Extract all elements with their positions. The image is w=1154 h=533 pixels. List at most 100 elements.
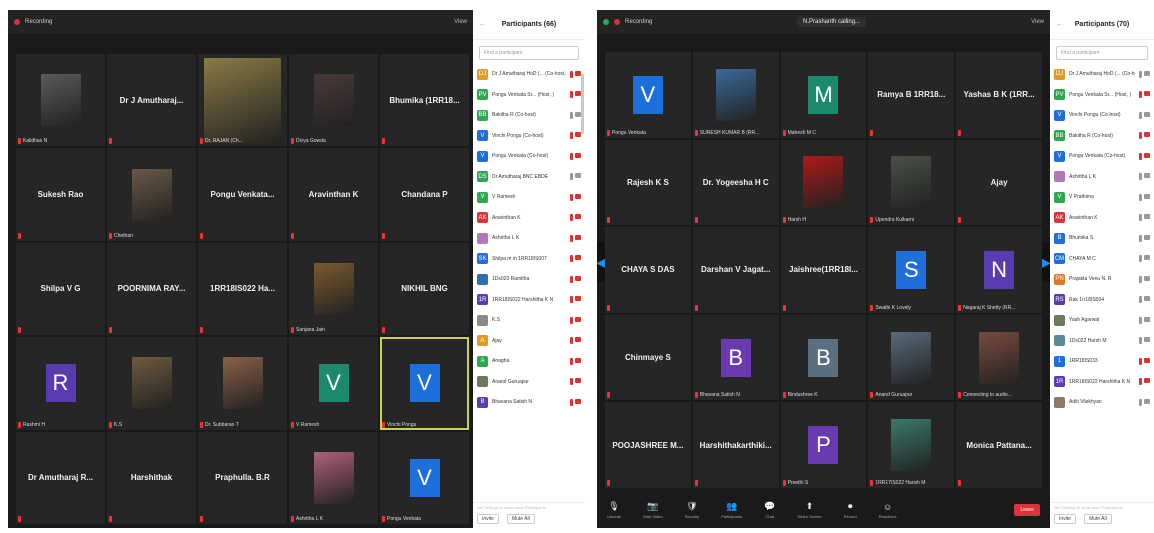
- video-tile[interactable]: N Nagaraj K Shetty (RR...: [956, 227, 1042, 313]
- mic-icon[interactable]: [1139, 337, 1142, 345]
- video-tile[interactable]: Connecting to audio...: [956, 314, 1042, 401]
- participant-row[interactable]: V V Ramesh: [477, 187, 581, 208]
- video-tile[interactable]: Monica Pattana...: [956, 402, 1042, 488]
- video-tile[interactable]: V Pongu Venkata: [605, 52, 691, 138]
- video-tile[interactable]: Sukesh Rao: [16, 148, 105, 241]
- mic-icon[interactable]: [1139, 296, 1142, 304]
- video-tile[interactable]: Dr Amutharaj R...: [16, 431, 105, 524]
- mic-icon[interactable]: [1139, 234, 1142, 242]
- participant-row[interactable]: V Pongu Venkata (Co-host): [1054, 146, 1150, 167]
- view-button[interactable]: View: [1031, 19, 1044, 25]
- mic-icon[interactable]: [1139, 70, 1142, 78]
- mic-icon[interactable]: [1139, 152, 1142, 160]
- participant-row[interactable]: Anand Guruapur: [477, 372, 581, 393]
- camera-icon[interactable]: [575, 275, 581, 281]
- participant-search-input[interactable]: Find a participant: [479, 46, 579, 60]
- camera-icon[interactable]: [1144, 378, 1150, 384]
- video-tile[interactable]: Darshan V Jagat...: [692, 227, 779, 313]
- video-tile[interactable]: Harshithakarthiki...: [692, 402, 779, 488]
- record-button[interactable]: ⏺ Record: [844, 501, 857, 519]
- share-screen-button[interactable]: ⬆ Share Screen: [797, 501, 821, 519]
- camera-icon[interactable]: [1144, 296, 1150, 302]
- video-tile[interactable]: Jaishree(1RR18I...: [780, 227, 867, 313]
- participant-row[interactable]: V V Prathima: [1054, 187, 1150, 208]
- camera-icon[interactable]: [1144, 132, 1150, 138]
- video-tile[interactable]: Yashas B K (1RR...: [956, 52, 1042, 138]
- video-tile[interactable]: Dr. RAJAN (Ch...: [198, 54, 287, 147]
- participant-row[interactable]: AK Aravinthan K: [1054, 208, 1150, 229]
- camera-icon[interactable]: [575, 316, 581, 322]
- participant-row[interactable]: V Pongu Venkata (Co-host): [477, 146, 581, 167]
- mic-icon[interactable]: [570, 214, 573, 222]
- participant-row[interactable]: V Vinchi Pongu (Co-host): [1054, 105, 1150, 126]
- participant-row[interactable]: 1Ds020 Ramitha: [477, 269, 581, 290]
- camera-icon[interactable]: [1144, 357, 1150, 363]
- video-tile[interactable]: Sanjana Jain: [289, 242, 378, 336]
- camera-icon[interactable]: [1144, 91, 1150, 97]
- camera-icon[interactable]: [575, 152, 581, 158]
- mic-icon[interactable]: [570, 193, 573, 201]
- collapse-icon[interactable]: ←: [1056, 21, 1063, 28]
- participant-row[interactable]: V Vinchi Pongu (Co-host): [477, 126, 581, 147]
- participants-button[interactable]: 👥 Participants: [721, 501, 742, 519]
- camera-icon[interactable]: [575, 234, 581, 240]
- view-button[interactable]: View: [454, 19, 467, 25]
- invite-button[interactable]: Invite: [1054, 514, 1076, 524]
- participant-row[interactable]: PV Pongu Venkata Sr... (Host, ): [477, 85, 581, 106]
- video-tile[interactable]: 1RR17IS022 Harish M: [868, 402, 955, 488]
- camera-icon[interactable]: [575, 173, 581, 179]
- participant-row[interactable]: RS Rak 1rr18IS004: [1054, 290, 1150, 311]
- mic-icon[interactable]: [570, 234, 573, 242]
- video-tile[interactable]: V Pongu Venkata: [380, 431, 469, 524]
- mic-icon[interactable]: [1139, 316, 1142, 324]
- participant-row[interactable]: Aditi Vilekhyan: [1054, 392, 1150, 413]
- video-tile[interactable]: SURESH KUMAR B (RR...: [692, 52, 779, 138]
- video-tile[interactable]: Chethan: [107, 148, 196, 241]
- participant-row[interactable]: BB Bakitha R (Co-host): [1054, 126, 1150, 147]
- camera-icon[interactable]: [1144, 111, 1150, 117]
- camera-icon[interactable]: [575, 296, 581, 302]
- video-tile[interactable]: Upendra Kulkarni: [868, 139, 955, 226]
- participant-row[interactable]: CM CHAYA M C: [1054, 249, 1150, 270]
- mic-icon[interactable]: [1139, 91, 1142, 99]
- camera-icon[interactable]: [575, 255, 581, 261]
- camera-icon[interactable]: [575, 378, 581, 384]
- participant-row[interactable]: A Anagha: [477, 351, 581, 372]
- video-tile[interactable]: Harsh H: [780, 139, 867, 226]
- video-tile[interactable]: POOJASHREE M...: [605, 402, 691, 488]
- participant-row[interactable]: PN Prajakta Venu N. R: [1054, 269, 1150, 290]
- camera-icon[interactable]: [1144, 152, 1150, 158]
- video-tile[interactable]: Anand Guruapur: [868, 314, 955, 401]
- video-tile[interactable]: S Swathi K Lovely: [868, 227, 955, 313]
- participant-row[interactable]: 1 1RR18IS033: [1054, 351, 1150, 372]
- video-tile[interactable]: Rajesh K S: [605, 139, 691, 226]
- collapse-icon[interactable]: ←: [479, 21, 486, 28]
- camera-icon[interactable]: [1144, 337, 1150, 343]
- participant-row[interactable]: 1R 1RR18IS022 Harshitha K N: [1054, 372, 1150, 393]
- invite-button[interactable]: Invite: [477, 514, 499, 524]
- video-tile[interactable]: NIKHIL BNG: [380, 242, 469, 336]
- mic-icon[interactable]: [570, 337, 573, 345]
- video-tile[interactable]: R Rashmi H: [16, 337, 105, 430]
- participant-row[interactable]: DJ Dr J Amutharaj HoD (... (Co-host, me): [1054, 64, 1150, 85]
- camera-icon[interactable]: [575, 214, 581, 220]
- camera-icon[interactable]: [575, 337, 581, 343]
- video-tile[interactable]: P Preethi S: [780, 402, 867, 488]
- participant-row[interactable]: DS Dr Amutharaj BNC EBDE: [477, 167, 581, 188]
- mic-icon[interactable]: [570, 357, 573, 365]
- video-tile[interactable]: Ramya B 1RR18...: [868, 52, 955, 138]
- camera-icon[interactable]: [575, 193, 581, 199]
- video-tile[interactable]: Ashritha L K: [289, 431, 378, 524]
- mic-icon[interactable]: [1139, 193, 1142, 201]
- participant-row[interactable]: B Bhavana Satish N: [477, 392, 581, 413]
- video-tile[interactable]: Chinmaye S: [605, 314, 691, 401]
- chat-button[interactable]: 💬 Chat: [764, 501, 775, 519]
- participant-row[interactable]: DJ Dr J Amutharaj HoD (... (Co-host, me): [477, 64, 581, 85]
- mic-icon[interactable]: [570, 316, 573, 324]
- participant-row[interactable]: SK Shilpa m in 1RR18IS007: [477, 249, 581, 270]
- mic-icon[interactable]: [570, 111, 573, 119]
- mic-icon[interactable]: [570, 152, 573, 160]
- video-tile[interactable]: POORNIMA RAY...: [107, 242, 196, 336]
- participant-row[interactable]: Ashritha L K: [477, 228, 581, 249]
- video-tile[interactable]: K.S: [107, 337, 196, 430]
